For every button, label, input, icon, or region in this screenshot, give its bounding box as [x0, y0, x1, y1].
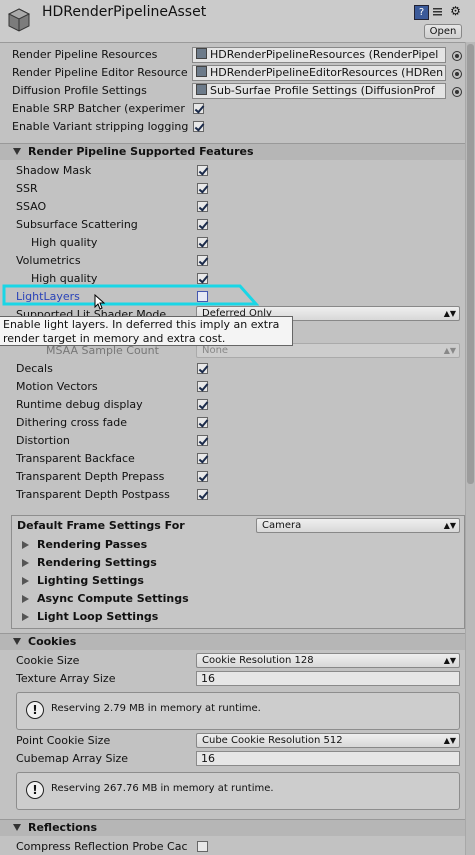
transparent-depth-postpass-checkbox[interactable]: [197, 489, 208, 500]
decals-checkbox[interactable]: [197, 363, 208, 374]
shadow-mask-checkbox[interactable]: [197, 165, 208, 176]
object-picker-icon[interactable]: [452, 87, 462, 97]
object-picker-icon[interactable]: [452, 51, 462, 61]
texture-array-size-field[interactable]: 16: [196, 671, 460, 686]
highlight-outline: [2, 284, 259, 306]
transparent-depth-prepass-label: Transparent Depth Prepass: [16, 470, 165, 483]
decals-label: Decals: [16, 362, 53, 375]
motion-vectors-label: Motion Vectors: [16, 380, 98, 393]
render-pipeline-editor-resources-field[interactable]: HDRenderPipelineEditorResources (HDRen: [192, 65, 446, 81]
cube-asset-icon: [7, 8, 31, 32]
sss-high-quality-checkbox[interactable]: [197, 237, 208, 248]
transparent-backface-checkbox[interactable]: [197, 453, 208, 464]
asset-icon: [196, 84, 207, 95]
help-icon[interactable]: ?: [414, 5, 429, 20]
scrollbar-thumb[interactable]: [467, 44, 474, 484]
foldout-expanded-icon: [13, 824, 21, 831]
foldout-collapsed-icon[interactable]: [22, 595, 29, 603]
info-icon: !: [26, 701, 44, 719]
lighting-settings-foldout[interactable]: Lighting Settings: [37, 574, 144, 587]
cubemap-array-size-label: Cubemap Array Size: [16, 752, 129, 765]
dropdown-arrow-icon: ▲▼: [443, 656, 456, 665]
foldout-collapsed-icon[interactable]: [22, 577, 29, 585]
render-pipeline-editor-resources-label: Render Pipeline Editor Resource: [12, 66, 188, 79]
dropdown-arrow-icon: ▲▼: [443, 736, 456, 745]
runtime-debug-display-checkbox[interactable]: [197, 399, 208, 410]
mouse-cursor-icon: [94, 294, 106, 310]
object-picker-icon[interactable]: [452, 69, 462, 79]
rendering-settings-foldout[interactable]: Rendering Settings: [37, 556, 157, 569]
enable-srp-batcher-checkbox[interactable]: [193, 103, 204, 114]
cookies-header[interactable]: Cookies: [0, 633, 465, 650]
foldout-collapsed-icon[interactable]: [22, 613, 29, 621]
diffusion-profile-settings-label: Diffusion Profile Settings: [12, 84, 147, 97]
cubemap-memory-helpbox: ! Reserving 267.76 MB in memory at runti…: [16, 772, 460, 810]
settings-icon[interactable]: [431, 5, 444, 18]
motion-vectors-checkbox[interactable]: [197, 381, 208, 392]
point-cookie-size-label: Point Cookie Size: [16, 734, 111, 747]
subsurface-scattering-label: Subsurface Scattering: [16, 218, 138, 231]
sss-high-quality-label: High quality: [31, 236, 98, 249]
enable-variant-stripping-checkbox[interactable]: [193, 121, 204, 132]
foldout-expanded-icon: [13, 148, 21, 155]
reflections-header[interactable]: Reflections: [0, 819, 465, 836]
volumetrics-high-quality-checkbox[interactable]: [197, 273, 208, 284]
async-compute-settings-foldout[interactable]: Async Compute Settings: [37, 592, 189, 605]
foldout-expanded-icon: [13, 638, 21, 645]
light-layers-tooltip: Enable light layers. In deferred this im…: [0, 316, 293, 346]
info-icon: !: [26, 781, 44, 799]
compress-reflection-probe-checkbox[interactable]: [197, 841, 208, 852]
light-loop-settings-foldout[interactable]: Light Loop Settings: [37, 610, 158, 623]
enable-srp-batcher-label: Enable SRP Batcher (experimer: [12, 102, 185, 115]
point-cookie-size-dropdown[interactable]: Cube Cookie Resolution 512 ▲▼: [196, 733, 460, 748]
transparent-depth-postpass-label: Transparent Depth Postpass: [16, 488, 170, 501]
cookie-size-dropdown[interactable]: Cookie Resolution 128 ▲▼: [196, 653, 460, 668]
asset-icon: [196, 66, 207, 77]
enable-variant-stripping-label: Enable Variant stripping logging: [12, 120, 189, 133]
volumetrics-label: Volumetrics: [16, 254, 81, 267]
compress-reflection-probe-label: Compress Reflection Probe Cac: [16, 840, 188, 853]
dropdown-arrow-icon: ▲▼: [443, 521, 456, 530]
cookie-memory-helpbox: ! Reserving 2.79 MB in memory at runtime…: [16, 692, 460, 730]
distortion-checkbox[interactable]: [197, 435, 208, 446]
texture-array-size-label: Texture Array Size: [16, 672, 116, 685]
render-pipeline-resources-label: Render Pipeline Resources: [12, 48, 158, 61]
transparent-backface-label: Transparent Backface: [16, 452, 135, 465]
ssr-checkbox[interactable]: [197, 183, 208, 194]
transparent-depth-prepass-checkbox[interactable]: [197, 471, 208, 482]
asset-icon: [196, 48, 207, 59]
dropdown-arrow-icon: ▲▼: [443, 346, 456, 355]
foldout-collapsed-icon[interactable]: [22, 559, 29, 567]
shadow-mask-label: Shadow Mask: [16, 164, 92, 177]
dithering-cross-fade-checkbox[interactable]: [197, 417, 208, 428]
subsurface-scattering-checkbox[interactable]: [197, 219, 208, 230]
open-button[interactable]: Open: [424, 24, 462, 39]
runtime-debug-display-label: Runtime debug display: [16, 398, 143, 411]
default-frame-settings-label: Default Frame Settings For: [17, 519, 185, 532]
frame-settings-dropdown[interactable]: Camera ▲▼: [256, 518, 460, 533]
cubemap-array-size-field[interactable]: 16: [196, 751, 460, 766]
foldout-collapsed-icon[interactable]: [22, 541, 29, 549]
diffusion-profile-settings-field[interactable]: Sub-Surfae Profile Settings (DiffusionPr…: [192, 83, 446, 99]
rendering-passes-foldout[interactable]: Rendering Passes: [37, 538, 147, 551]
ssr-label: SSR: [16, 182, 38, 195]
supported-features-header[interactable]: Render Pipeline Supported Features: [0, 143, 465, 160]
volumetrics-checkbox[interactable]: [197, 255, 208, 266]
gear-icon[interactable]: ⚙: [449, 5, 462, 18]
render-pipeline-resources-field[interactable]: HDRenderPipelineResources (RenderPipel: [192, 47, 446, 63]
ssao-checkbox[interactable]: [197, 201, 208, 212]
cookie-size-label: Cookie Size: [16, 654, 80, 667]
asset-title: HDRenderPipelineAsset: [42, 4, 207, 20]
dithering-cross-fade-label: Dithering cross fade: [16, 416, 127, 429]
distortion-label: Distortion: [16, 434, 70, 447]
ssao-label: SSAO: [16, 200, 47, 213]
dropdown-arrow-icon: ▲▼: [443, 309, 456, 318]
